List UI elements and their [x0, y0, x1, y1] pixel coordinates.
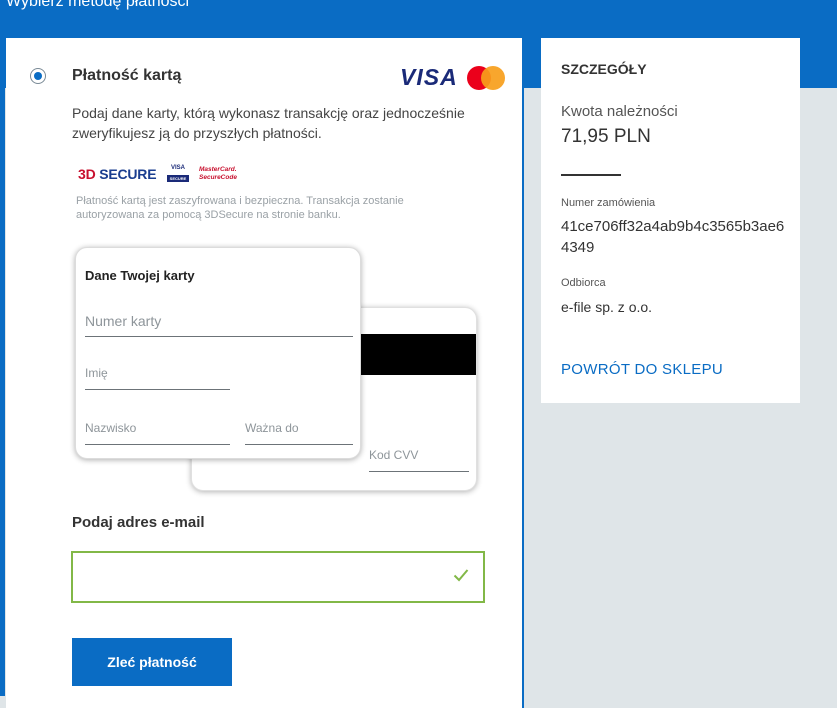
- back-to-shop-link[interactable]: POWRÓT DO SKLEPU: [561, 361, 723, 378]
- expiry-date-underline[interactable]: [245, 444, 353, 445]
- 3d-secure-logo: 3D SECURE: [78, 166, 157, 182]
- details-title: SZCZEGÓŁY: [561, 61, 647, 77]
- payment-description: Podaj dane karty, którą wykonasz transak…: [72, 105, 465, 141]
- cvv-label[interactable]: Kod CVV: [369, 448, 418, 462]
- first-name-field[interactable]: Imię: [85, 366, 108, 380]
- payment-method-title: Płatność kartą: [72, 67, 182, 84]
- order-details-panel: SZCZEGÓŁY Kwota należności 71,95 PLN Num…: [541, 38, 800, 403]
- verified-by-visa-logo: VISA SECURE: [167, 164, 189, 184]
- last-name-underline[interactable]: [85, 444, 230, 445]
- order-number-value: 41ce706ff32a4ab9b4c3565b3ae64349: [561, 218, 785, 256]
- mastercard-logo: [467, 66, 505, 90]
- card-number-field[interactable]: Numer karty: [85, 313, 161, 329]
- payment-method-panel: Płatność kartą VISA Podaj dane karty, kt…: [6, 38, 524, 708]
- divider: [561, 174, 621, 176]
- recipient-value: e-file sp. z o.o.: [561, 299, 653, 315]
- card-front: Dane Twojej karty Numer karty Imię Nazwi…: [75, 247, 361, 459]
- card-details-title: Dane Twojej karty: [85, 268, 195, 283]
- email-field[interactable]: [71, 551, 485, 603]
- email-section-title: Podaj adres e-mail: [72, 514, 205, 531]
- visa-logo: VISA: [400, 64, 458, 90]
- order-number-label: Numer zamówienia: [561, 197, 656, 209]
- email-input[interactable]: [83, 553, 447, 603]
- card-number-underline[interactable]: [85, 336, 353, 337]
- card-payment-radio[interactable]: [30, 68, 46, 84]
- last-name-field[interactable]: Nazwisko: [85, 421, 136, 435]
- page-heading: Wybierz metodę płatności: [6, 0, 190, 10]
- expiry-date-field[interactable]: Ważna do: [245, 421, 299, 435]
- first-name-underline[interactable]: [85, 389, 230, 390]
- recipient-label: Odbiorca: [561, 277, 606, 289]
- left-accent-strip: [0, 88, 5, 696]
- mastercard-securecode-logo: MasterCard. SecureCode: [199, 166, 237, 181]
- submit-payment-button[interactable]: Zleć płatność: [72, 638, 232, 686]
- amount-due-label: Kwota należności: [561, 103, 678, 120]
- amount-due-value: 71,95 PLN: [561, 126, 651, 147]
- cvv-field-underline[interactable]: [369, 471, 469, 472]
- security-note: Płatność kartą jest zaszyfrowana i bezpi…: [76, 195, 404, 221]
- check-icon: [453, 569, 469, 582]
